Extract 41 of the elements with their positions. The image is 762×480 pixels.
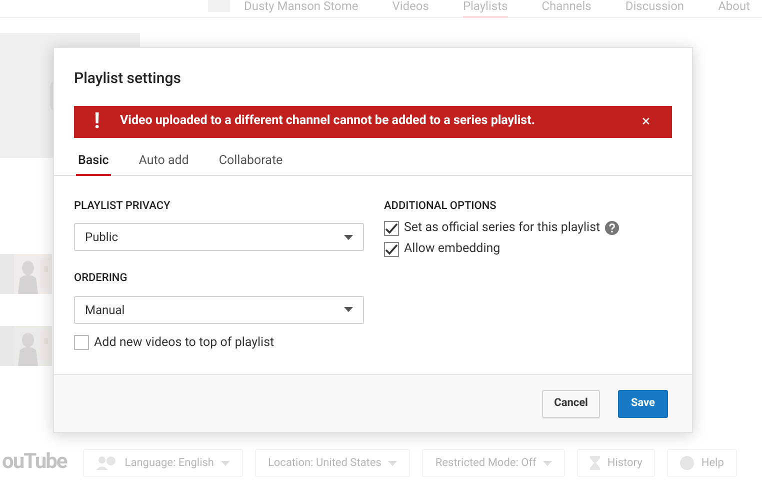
caret-icon: [344, 234, 353, 240]
help-icon: [680, 456, 694, 470]
people-icon: [96, 456, 118, 470]
checkbox[interactable]: [384, 242, 399, 257]
dropdown-field[interactable]: Manual: [74, 296, 364, 324]
channel-tab[interactable]: Videos: [392, 0, 429, 18]
field-label: ADDITIONAL OPTIONS: [384, 198, 498, 214]
dialog-tab[interactable]: Basic: [76, 150, 111, 176]
alert-icon: !: [90, 105, 104, 138]
checkbox-label: Add new videos to top of playlist: [94, 334, 274, 352]
save-button[interactable]: Save: [618, 390, 668, 418]
footer-button[interactable]: History: [577, 449, 656, 477]
footer-button[interactable]: Restricted Mode: Off: [422, 449, 566, 477]
caret-icon: [344, 307, 353, 312]
caret-icon: [220, 460, 230, 466]
field-label: ORDERING: [74, 270, 128, 286]
checkbox[interactable]: [384, 220, 399, 236]
footer-button[interactable]: Help: [667, 449, 737, 477]
field-label: PLAYLIST PRIVACY: [74, 198, 172, 214]
checkbox-label: Allow embedding: [404, 240, 500, 258]
channel-tab[interactable]: Channels: [542, 0, 592, 18]
youtube-logo[interactable]: ouTube: [2, 447, 67, 479]
dialog-tab[interactable]: Collaborate: [216, 150, 285, 176]
dialog-title: Playlist settings: [74, 68, 182, 89]
channel-name[interactable]: Dusty Manson Stome: [244, 0, 358, 12]
hourglass-icon: [590, 456, 600, 470]
close-button[interactable]: ×: [642, 114, 650, 129]
caret-icon: [543, 460, 552, 466]
checkbox-label: Set as official series for this playlist: [404, 219, 600, 237]
cancel-button[interactable]: Cancel: [542, 390, 600, 418]
channel-tab[interactable]: Playlists: [462, 0, 508, 18]
error-message: Video uploaded to a different channel cannot be added to a series playlist.: [120, 112, 536, 130]
dialog-tab[interactable]: Auto add: [136, 150, 191, 176]
help-icon[interactable]: [605, 221, 620, 236]
footer-button[interactable]: Language: English: [82, 449, 243, 477]
dropdown-field[interactable]: Public: [74, 223, 364, 251]
footer-button[interactable]: Location: United States: [254, 449, 410, 477]
channel-tab[interactable]: About: [718, 0, 750, 18]
caret-icon: [388, 460, 398, 466]
channel-tab[interactable]: Discussion: [625, 0, 684, 18]
checkbox[interactable]: [74, 335, 89, 350]
